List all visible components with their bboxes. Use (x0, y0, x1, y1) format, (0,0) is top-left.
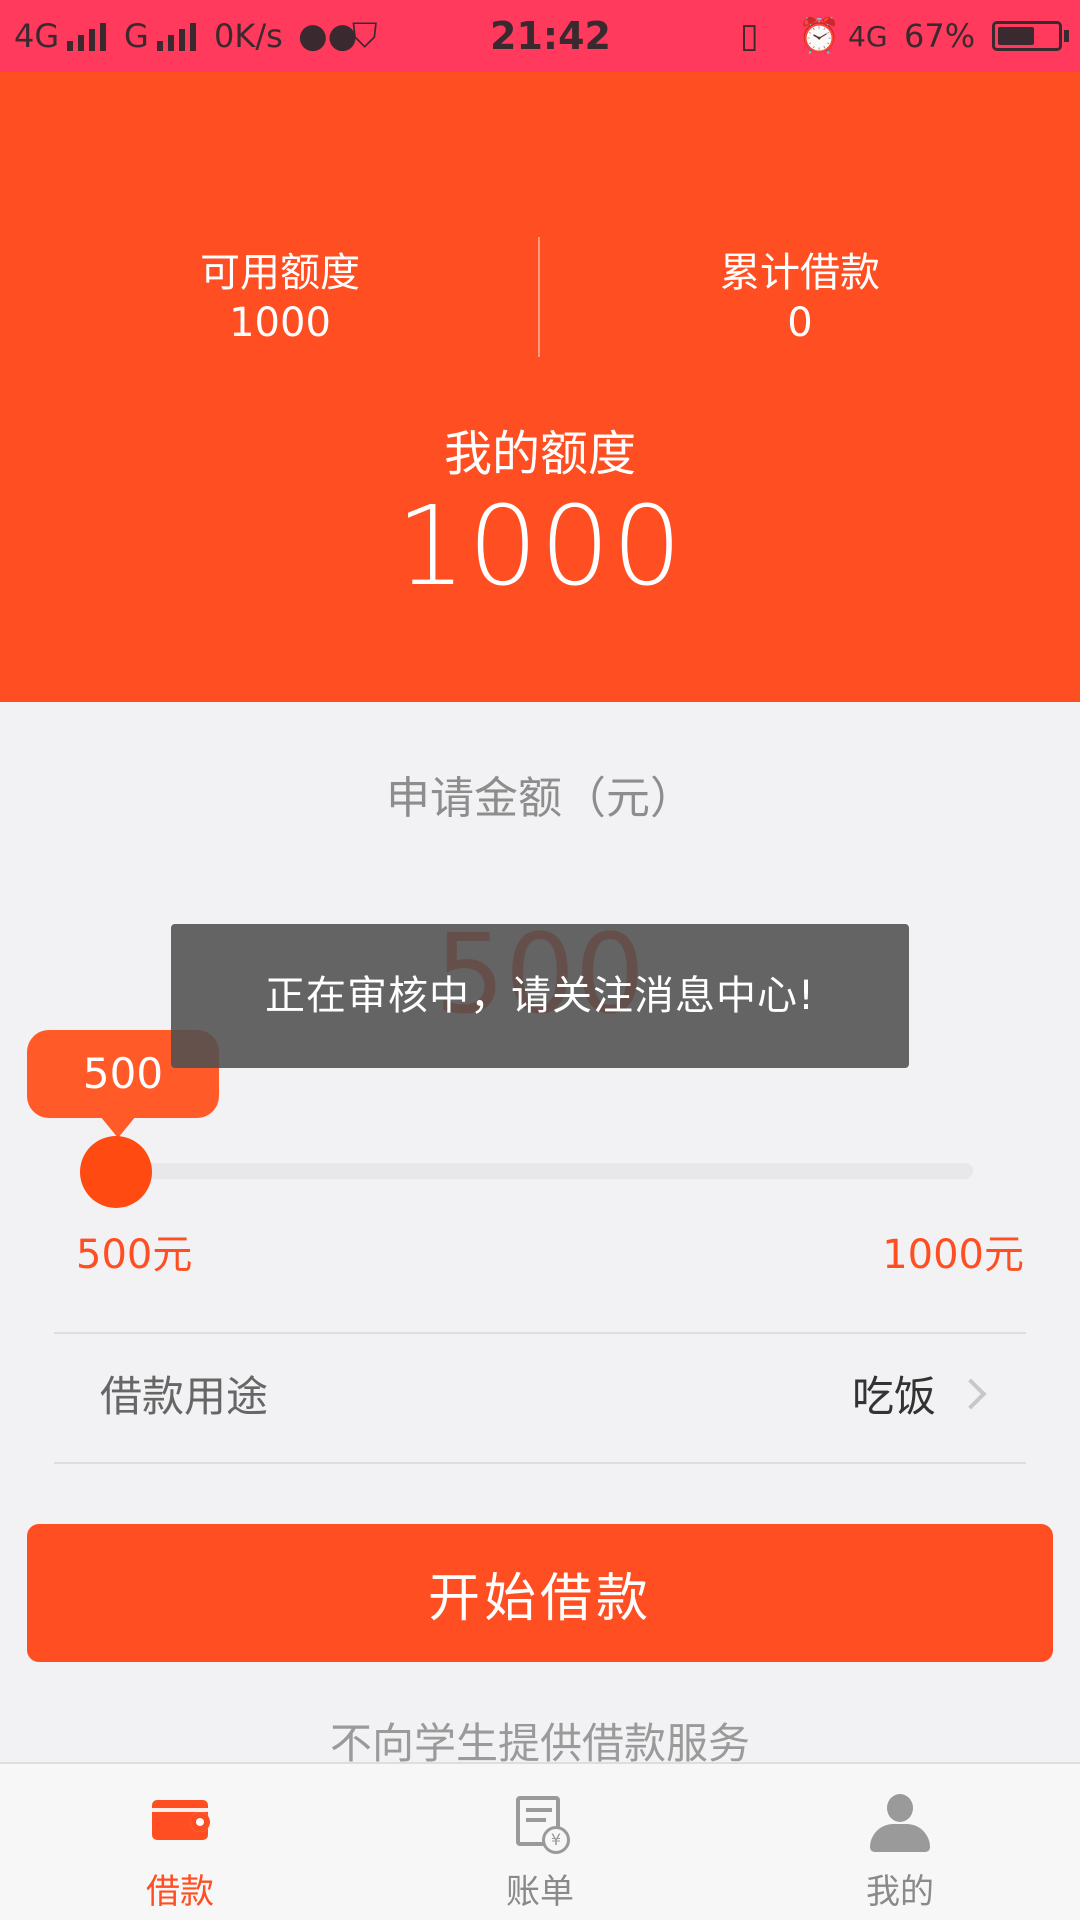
tab-mine-label: 我的 (866, 1872, 934, 1912)
slider-min-label: 500元 (76, 1232, 193, 1278)
network-type-label: 4G (14, 17, 60, 55)
battery-percent: 67% (904, 17, 976, 55)
total-borrowed-value: 0 (787, 300, 813, 346)
slider-bubble-tail (100, 1116, 136, 1138)
shield-icon: ⛉ (352, 16, 378, 56)
user-icon (870, 1794, 930, 1854)
loan-purpose-value: 吃饭 (851, 1372, 936, 1421)
tab-bill[interactable]: ¥ 账单 (440, 1764, 640, 1920)
status-bar: 4G G 0K/s ●● ⛉ 21:42 ▯ ⏰ 4G 67% (0, 0, 1080, 72)
amount-slider-thumb[interactable] (80, 1136, 152, 1208)
available-quota-value: 1000 (229, 300, 331, 346)
apply-amount-label: 申请金额（元） (386, 773, 694, 824)
amount-slider-track[interactable] (118, 1163, 973, 1179)
tab-bill-label: 账单 (506, 1872, 574, 1912)
network-type-4g: 4G (848, 19, 888, 53)
battery-icon (982, 0, 1069, 72)
total-borrowed-label: 累计借款 (720, 250, 880, 296)
my-quota-value: 1000 (396, 482, 684, 610)
loan-purpose-row[interactable]: 借款用途 吃饭 (54, 1333, 1026, 1461)
divider-bottom (54, 1462, 1026, 1464)
wallet-icon (152, 1800, 210, 1840)
available-quota-label: 可用额度 (200, 250, 360, 296)
quota-header: 可用额度 1000 累计借款 0 我的额度 1000 (0, 72, 1080, 702)
alarm-icon: ⏰ (798, 16, 841, 56)
my-quota-title: 我的额度 (443, 426, 636, 482)
total-borrowed: 累计借款 0 (650, 248, 950, 348)
review-toast: 正在审核中，请关注消息中心! (171, 924, 909, 1068)
stat-divider (538, 237, 540, 357)
slider-max-label: 1000元 (882, 1232, 1024, 1278)
loan-screen: 4G G 0K/s ●● ⛉ 21:42 ▯ ⏰ 4G 67% 可用额度 100… (0, 0, 1080, 1920)
available-quota: 可用额度 1000 (130, 248, 430, 348)
signal-bars-icon (67, 21, 107, 51)
chevron-right-icon (955, 1378, 987, 1410)
tab-mine[interactable]: 我的 (800, 1764, 1000, 1920)
bill-icon: ¥ (516, 1796, 570, 1854)
vibrate-icon: ▯ (740, 16, 759, 56)
network-signal-2: G (124, 0, 196, 72)
loan-purpose-label: 借款用途 (100, 1372, 269, 1421)
network-speed: 0K/s (214, 17, 283, 55)
network-type-label: G (124, 17, 149, 55)
wechat-icon: ●● (298, 16, 358, 56)
clock-time: 21:42 (490, 14, 611, 58)
network-signal-1: 4G (14, 0, 107, 72)
tab-loan-label: 借款 (146, 1872, 214, 1912)
bottom-tab-bar: 借款 ¥ 账单 我的 (0, 1762, 1080, 1920)
signal-bars-icon (156, 21, 196, 51)
start-loan-button[interactable]: 开始借款 (27, 1524, 1053, 1662)
tab-loan[interactable]: 借款 (80, 1764, 280, 1920)
